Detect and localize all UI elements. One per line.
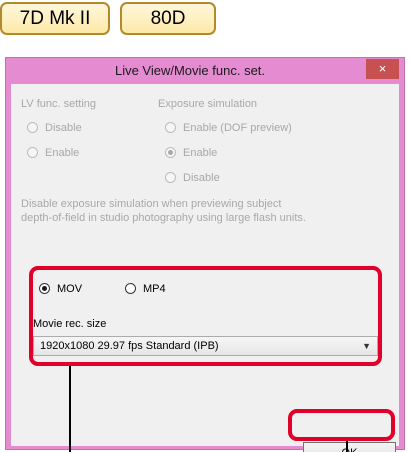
lv-func-enable-radio[interactable]: Enable [27,147,79,159]
lv-func-disable-label: Disable [45,122,82,134]
exposure-enable-radio[interactable]: Enable [165,147,217,159]
exposure-note-line-2: depth-of-field in studio photography usi… [21,212,306,224]
format-mov-label: MOV [57,283,83,295]
movie-rec-size-label: Movie rec. size [33,318,107,330]
radio-icon [27,147,38,158]
lv-func-setting-label: LV func. setting [21,98,97,110]
exposure-note-line-1: Disable exposure simulation when preview… [21,198,282,210]
radio-icon [125,283,136,294]
exposure-disable-label: Disable [183,172,220,184]
radio-icon [165,122,176,133]
close-icon: × [378,61,387,76]
model-tab-7d-mk-ii: 7D Mk II [0,2,110,35]
format-mp4-radio[interactable]: MP4 [125,283,166,295]
exposure-enable-dof-label: Enable (DOF preview) [183,122,292,134]
exposure-enable-label: Enable [183,147,218,159]
exposure-simulation-label: Exposure simulation [158,98,258,110]
format-mp4-label: MP4 [143,283,166,295]
format-mov-radio[interactable]: MOV [39,283,82,295]
model-tab-80d: 80D [120,2,216,35]
radio-icon [165,172,176,183]
radio-icon [27,122,38,133]
lv-func-disable-radio[interactable]: Disable [27,122,82,134]
exposure-enable-dof-radio[interactable]: Enable (DOF preview) [165,122,292,134]
movie-rec-size-value: 1920x1080 29.97 fps Standard (IPB) [40,340,219,352]
close-button[interactable]: × [366,59,399,79]
radio-selected-icon [39,283,50,294]
exposure-disable-radio[interactable]: Disable [165,172,220,184]
dialog-titlebar[interactable]: Live View/Movie func. set. × [6,58,404,84]
page: 7D Mk II 80D Live View/Movie func. set. … [0,0,409,452]
dialog-title: Live View/Movie func. set. [114,63,266,78]
callout-leader-line [69,366,71,452]
callout-leader-line [346,441,348,452]
ok-button[interactable]: OK [303,442,396,452]
live-view-movie-dialog: Live View/Movie func. set. × LV func. se… [5,57,405,452]
movie-rec-size-select[interactable]: 1920x1080 29.97 fps Standard (IPB) ▼ [33,336,378,356]
radio-selected-icon [165,147,176,158]
chevron-down-icon: ▼ [362,341,371,351]
lv-func-enable-label: Enable [45,147,80,159]
